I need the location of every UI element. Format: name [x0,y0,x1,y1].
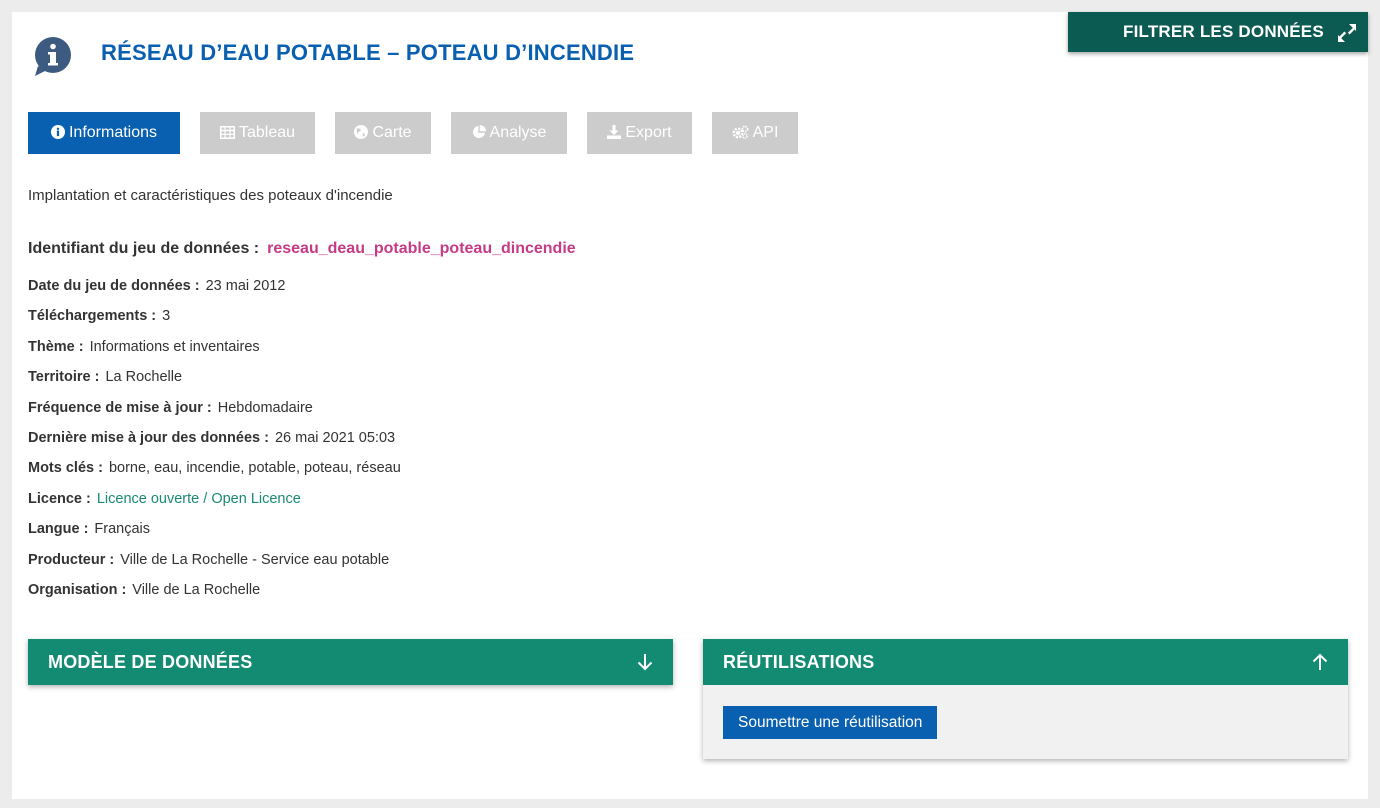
tab-label: Carte [372,124,412,141]
tab-informations[interactable]: Informations [28,112,180,154]
tab-label: Export [625,124,672,141]
tab-label: Informations [68,124,158,141]
metadata-value: Ville de La Rochelle [132,582,261,598]
metadata-row-territory: Territoire : La Rochelle [28,369,182,385]
metadata-row-licence: Licence : Licence ouverte / Open Licence [28,491,301,507]
metadata-label: Thème : [28,339,84,355]
download-icon [607,125,622,139]
metadata-label: Mots clés : [28,460,103,476]
reuses-panel: RÉUTILISATIONS Soumettre une réutilisati… [703,639,1348,759]
pie-chart-icon [472,125,486,138]
metadata-row-producer: Producteur : Ville de La Rochelle - Servi… [28,552,389,568]
tab-label: Analyse [489,124,547,141]
data-model-panel-title: MODÈLE DE DONNÉES [48,652,253,672]
metadata-value: 3 [162,308,171,324]
metadata-label: Langue : [28,521,89,537]
table-icon [219,126,235,139]
metadata-row-organisation: Organisation : Ville de La Rochelle [28,582,260,598]
metadata-value: Français [94,521,151,537]
metadata-value: Hebdomadaire [217,400,313,416]
metadata-label: Dernière mise à jour des données : [28,430,269,446]
metadata-row-frequency: Fréquence de mise à jour : Hebdomadaire [28,400,313,416]
identifier-value: reseau_deau_potable_poteau_dincendie [267,240,576,257]
data-model-panel-header[interactable]: MODÈLE DE DONNÉES [28,639,673,685]
metadata-value: Ville de La Rochelle - Service eau potab… [120,552,390,568]
metadata-value: borne, eau, incendie, potable, poteau, r… [108,460,401,476]
data-model-panel: MODÈLE DE DONNÉES [28,639,673,685]
reuses-panel-body: Soumettre une réutilisation [703,685,1348,759]
metadata-label: Fréquence de mise à jour : [28,400,212,416]
globe-icon [354,125,369,139]
cogs-icon [732,125,749,140]
tab-label: API [752,124,779,141]
tab-analyse[interactable]: Analyse [451,112,567,154]
tab-label: Tableau [238,124,296,141]
page-title: RÉSEAU D’EAU POTABLE – POTEAU D’INCENDIE [101,40,635,65]
tab-tableau[interactable]: Tableau [200,112,315,154]
identifier-label: Identifiant du jeu de données : [28,240,260,257]
dataset-identifier: Identifiant du jeu de données : reseau_de… [28,240,576,258]
tab-api[interactable]: API [712,112,798,154]
metadata-row-last-update: Dernière mise à jour des données : 26 mai… [28,430,395,446]
metadata-row-theme: Thème : Informations et inventaires [28,339,260,355]
info-circle-icon [50,125,65,139]
metadata-label: Territoire : [28,369,100,385]
tab-carte[interactable]: Carte [335,112,431,154]
metadata-row-language: Langue : Français [28,521,150,537]
tab-export[interactable]: Export [587,112,692,154]
metadata-row-date: Date du jeu de données : 23 mai 2012 [28,278,285,294]
info-speech-bubble-icon [35,37,71,76]
metadata-value: 26 mai 2021 05:03 [274,430,396,446]
arrow-down-icon [637,654,653,671]
metadata-label: Téléchargements : [28,308,157,324]
metadata-label: Licence : [28,491,91,507]
metadata-row-keywords: Mots clés : borne, eau, incendie, potable… [28,460,401,476]
metadata-label: Organisation : [28,582,127,598]
reuses-panel-header[interactable]: RÉUTILISATIONS [703,639,1348,685]
metadata-label: Date du jeu de données : [28,278,200,294]
reuses-panel-title: RÉUTILISATIONS [723,652,875,672]
submit-reuse-button[interactable]: Soumettre une réutilisation [723,706,938,739]
expand-icon [1338,24,1356,42]
filter-data-label: FILTRER LES DONNÉES [1123,22,1324,41]
filter-data-button[interactable]: FILTRER LES DONNÉES [1068,12,1368,52]
metadata-value: La Rochelle [105,369,183,385]
dataset-description: Implantation et caractéristiques des pot… [28,187,393,204]
metadata-row-downloads: Téléchargements : 3 [28,308,170,324]
metadata-value: 23 mai 2012 [205,278,286,294]
licence-link[interactable]: Licence ouverte / Open Licence [97,491,301,507]
arrow-up-icon [1312,653,1328,670]
metadata-label: Producteur : [28,552,115,568]
metadata-value: Informations et inventaires [89,339,260,355]
